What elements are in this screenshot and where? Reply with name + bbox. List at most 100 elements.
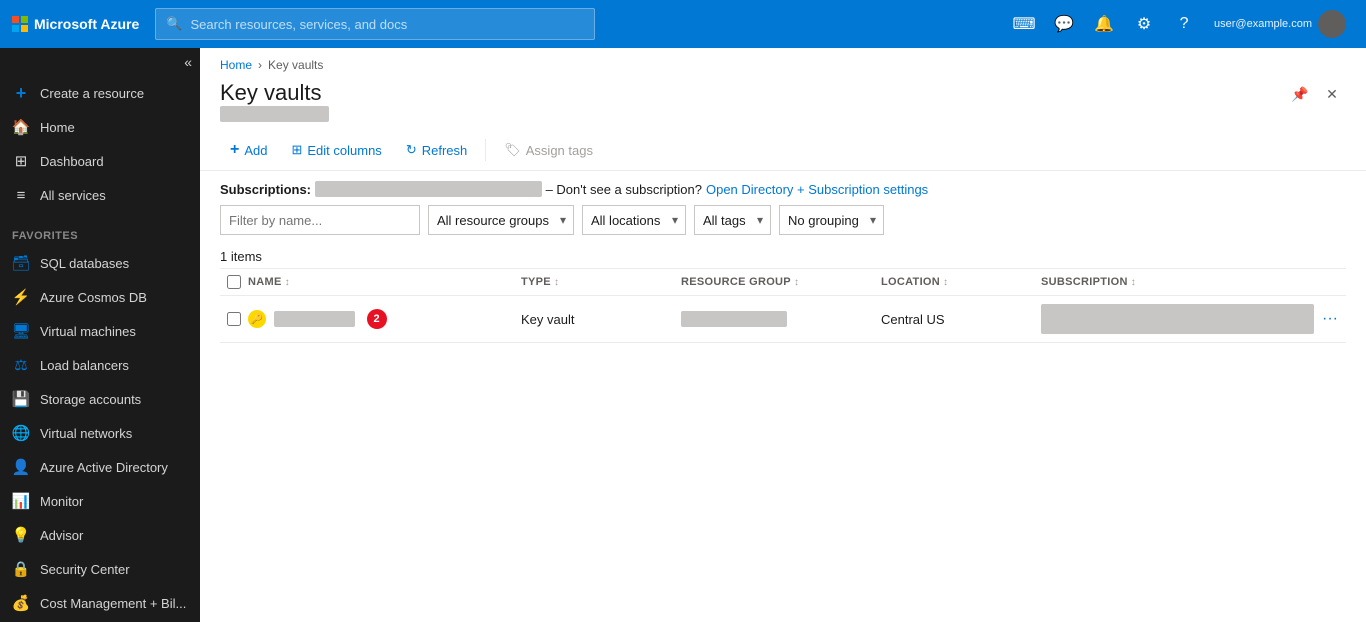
close-button[interactable]: ✕ (1318, 80, 1346, 108)
row-checkbox[interactable] (227, 312, 241, 326)
vnet-label: Virtual networks (40, 426, 132, 441)
refresh-label: Refresh (422, 143, 468, 158)
dashboard-icon: ⊞ (12, 152, 30, 170)
create-resource-label: Create a resource (40, 86, 144, 101)
row-name-value: █████████ (274, 311, 355, 327)
filter-row: All resource groups All locations All ta… (220, 205, 1346, 235)
rg-col-label: RESOURCE GROUP (681, 276, 791, 288)
sidebar-item-virtual-machines[interactable]: 🖥 Virtual machines (0, 314, 200, 348)
resource-groups-wrapper: All resource groups (428, 205, 574, 235)
advisor-label: Advisor (40, 528, 83, 543)
sidebar-item-load-balancers[interactable]: ⚖ Load balancers (0, 348, 200, 382)
page-title: Key vaults (220, 80, 329, 106)
refresh-button[interactable]: ↻ Refresh (396, 137, 477, 163)
top-navigation: Microsoft Azure 🔍 ⌨ 💬 🔔 ⚙ ? user@example… (0, 0, 1366, 48)
row-rg-value: ████████████ (681, 311, 787, 327)
terminal-icon: ⌨ (1012, 14, 1035, 34)
row-location-col: Central US (881, 312, 1041, 327)
help-icon-btn[interactable]: ? (1166, 6, 1202, 42)
collapse-button[interactable]: « (184, 54, 192, 70)
dashboard-label: Dashboard (40, 154, 104, 169)
home-icon: 🏠 (12, 118, 30, 136)
security-icon: 🔒 (12, 560, 30, 578)
breadcrumb-current: Key vaults (268, 58, 323, 72)
tag-icon: 🏷 (504, 142, 521, 158)
col-header-location[interactable]: LOCATION ↕ (881, 276, 1041, 288)
feedback-icon-btn[interactable]: 💬 (1046, 6, 1082, 42)
search-icon: 🔍 (166, 16, 182, 32)
add-button[interactable]: + Add (220, 136, 277, 164)
sidebar-item-cosmos-db[interactable]: ⚡ Azure Cosmos DB (0, 280, 200, 314)
sidebar-item-dashboard[interactable]: ⊞ Dashboard (0, 144, 200, 178)
open-directory-link[interactable]: Open Directory + Subscription settings (706, 182, 928, 197)
avatar (1318, 10, 1346, 38)
cosmos-icon: ⚡ (12, 288, 30, 306)
search-input[interactable] (190, 17, 584, 32)
table-row[interactable]: 🔑 █████████ 2 Key vault ████████████ Cen… (220, 296, 1346, 343)
breadcrumb-home[interactable]: Home (220, 58, 252, 72)
security-label: Security Center (40, 562, 130, 577)
user-menu[interactable]: user@example.com (1206, 6, 1354, 42)
sidebar-item-advisor[interactable]: 💡 Advisor (0, 518, 200, 552)
sidebar-collapse[interactable]: « (0, 48, 200, 76)
breadcrumb: Home › Key vaults (200, 48, 1366, 76)
key-vault-icon: 🔑 (248, 310, 266, 328)
subscription-sort-icon: ↕ (1131, 277, 1136, 288)
page-subtitle-blurred: ██████ ██████ (220, 106, 329, 122)
table-header: NAME ↕ TYPE ↕ RESOURCE GROUP ↕ LOCATION … (220, 269, 1346, 296)
aad-icon: 👤 (12, 458, 30, 476)
settings-icon-btn[interactable]: ⚙ (1126, 6, 1162, 42)
select-all-checkbox[interactable] (227, 275, 241, 289)
sidebar-item-all-services[interactable]: ≡ All services (0, 178, 200, 212)
col-header-name[interactable]: NAME ↕ (248, 276, 521, 288)
sidebar-item-cost-management[interactable]: 💰 Cost Management + Bil... (0, 586, 200, 620)
help-icon: ? (1180, 15, 1189, 33)
assign-tags-button[interactable]: 🏷 Assign tags (494, 137, 603, 163)
subscription-col-label: SUBSCRIPTION (1041, 276, 1128, 288)
search-bar[interactable]: 🔍 (155, 8, 595, 40)
sidebar-item-home[interactable]: 🏠 Home (0, 110, 200, 144)
row-badge: 2 (367, 309, 387, 329)
tags-wrapper: All tags (694, 205, 771, 235)
notification-icon-btn[interactable]: 🔔 (1086, 6, 1122, 42)
tags-select[interactable]: All tags (694, 205, 771, 235)
subscription-value: ████████ ███████ ██████ ████ (315, 181, 542, 197)
row-actions-col: ··· (1314, 308, 1346, 330)
storage-label: Storage accounts (40, 392, 141, 407)
locations-select[interactable]: All locations (582, 205, 686, 235)
assign-tags-label: Assign tags (526, 143, 593, 158)
row-more-button[interactable]: ··· (1318, 308, 1342, 330)
all-services-label: All services (40, 188, 106, 203)
columns-icon: ⊞ (291, 142, 302, 158)
sidebar-item-create-resource[interactable]: + Create a resource (0, 76, 200, 110)
sidebar-item-sql-databases[interactable]: 🗃 SQL databases (0, 246, 200, 280)
sidebar-item-virtual-networks[interactable]: 🌐 Virtual networks (0, 416, 200, 450)
resource-groups-select[interactable]: All resource groups (428, 205, 574, 235)
vnet-icon: 🌐 (12, 424, 30, 442)
terminal-icon-btn[interactable]: ⌨ (1006, 6, 1042, 42)
app-brand: Microsoft Azure (12, 16, 139, 32)
content-area: Home › Key vaults Key vaults ██████ ████… (200, 48, 1366, 622)
subscription-row: Subscriptions: ████████ ███████ ██████ █… (220, 181, 1346, 197)
col-header-subscription[interactable]: SUBSCRIPTION ↕ (1041, 276, 1314, 288)
sidebar-item-monitor[interactable]: 📊 Monitor (0, 484, 200, 518)
page-title-section: Key vaults ██████ ██████ (220, 80, 329, 122)
pin-button[interactable]: 📌 (1286, 80, 1314, 108)
vm-icon: 🖥 (12, 322, 30, 340)
top-nav-icons: ⌨ 💬 🔔 ⚙ ? user@example.com (1006, 6, 1354, 42)
grouping-select[interactable]: No grouping (779, 205, 884, 235)
sidebar-item-azure-active-directory[interactable]: 👤 Azure Active Directory (0, 450, 200, 484)
col-header-resource-group[interactable]: RESOURCE GROUP ↕ (681, 276, 881, 288)
cost-icon: 💰 (12, 594, 30, 612)
col-header-type[interactable]: TYPE ↕ (521, 276, 681, 288)
row-rg-col: ████████████ (681, 311, 881, 327)
bell-icon: 🔔 (1094, 14, 1114, 34)
page-header-actions: 📌 ✕ (1286, 80, 1346, 108)
sidebar-item-storage-accounts[interactable]: 💾 Storage accounts (0, 382, 200, 416)
sidebar-item-security-center[interactable]: 🔒 Security Center (0, 552, 200, 586)
all-services-icon: ≡ (12, 186, 30, 204)
cost-label: Cost Management + Bil... (40, 596, 186, 611)
row-checkbox-col (220, 312, 248, 326)
edit-columns-button[interactable]: ⊞ Edit columns (281, 137, 391, 163)
filter-by-name-input[interactable] (220, 205, 420, 235)
